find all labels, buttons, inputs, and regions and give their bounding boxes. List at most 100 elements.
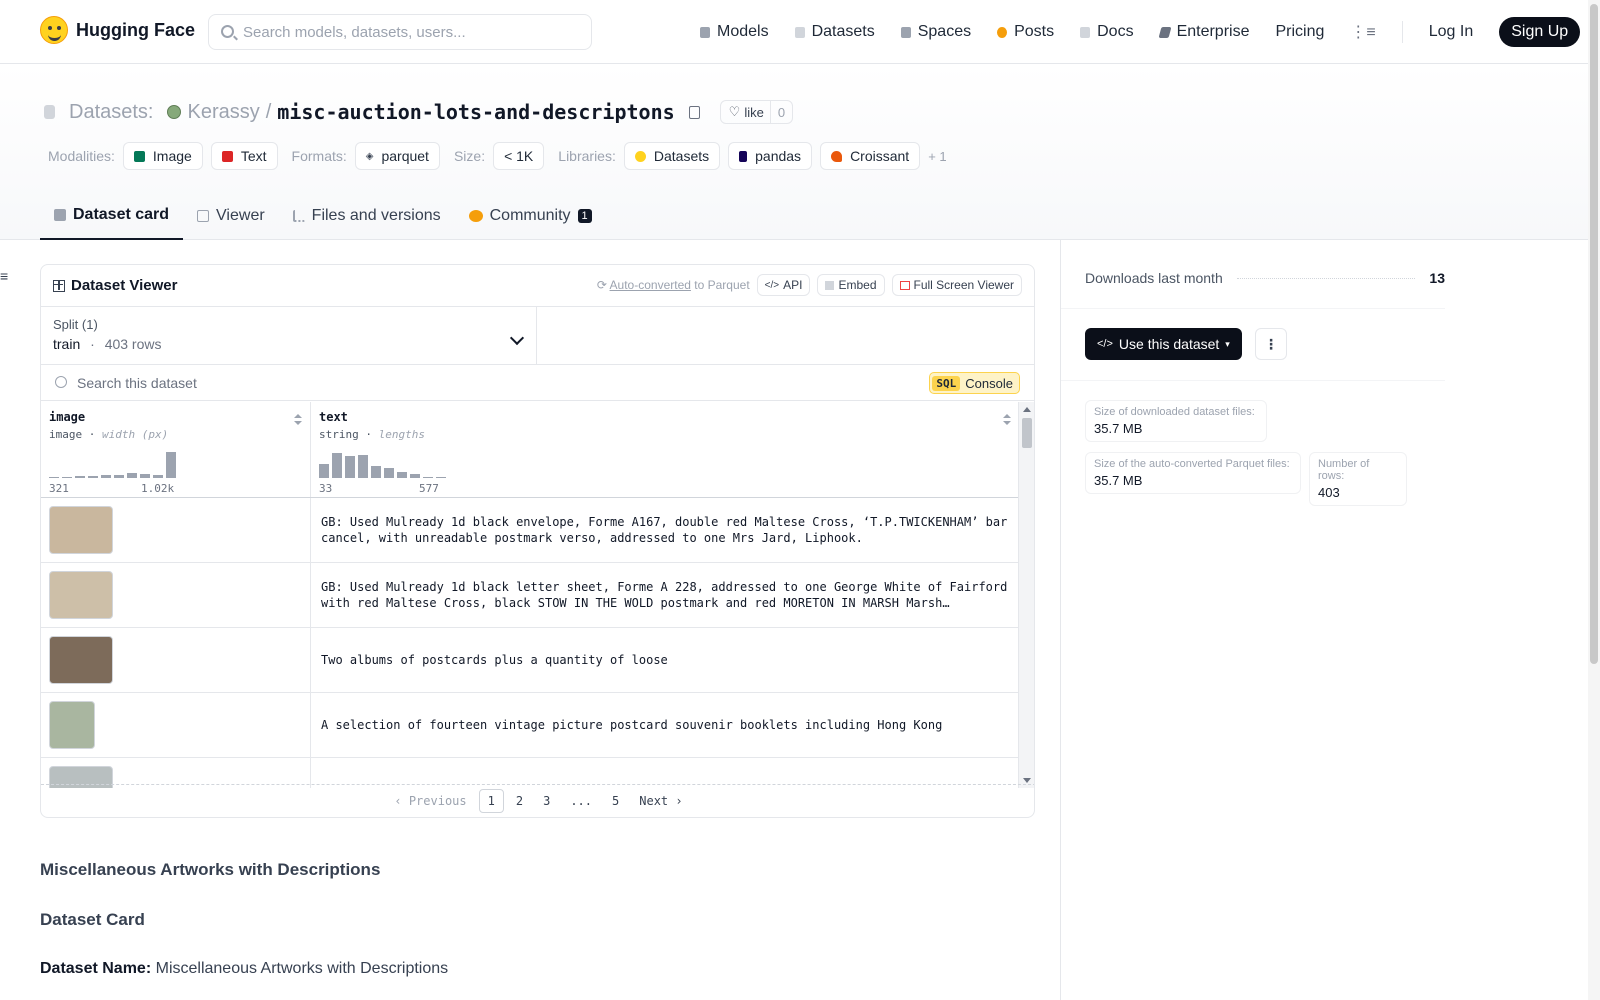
page-5-button[interactable]: 5 (604, 790, 627, 812)
text-icon (221, 150, 233, 162)
sql-console-button[interactable]: SQL Console (929, 372, 1020, 394)
histogram-bar (140, 474, 150, 478)
nav-datasets[interactable]: Datasets (794, 23, 875, 41)
global-search[interactable] (208, 14, 592, 50)
nav-spaces[interactable]: Spaces (900, 23, 971, 41)
tag-size-label: < 1K (504, 148, 534, 164)
api-button[interactable]: </> API (756, 274, 811, 296)
page-1-button[interactable]: 1 (478, 789, 504, 813)
sort-icon[interactable] (294, 414, 302, 426)
nav-posts[interactable]: Posts (997, 23, 1054, 41)
page-scrollbar[interactable] (1588, 0, 1600, 1000)
table-row[interactable]: A selection of fourteen vintage picture … (41, 693, 1019, 758)
code-icon: </> (764, 279, 780, 291)
global-search-input[interactable] (243, 23, 573, 41)
image-cell[interactable] (41, 498, 311, 562)
tag-croissant-lib[interactable]: Croissant (820, 142, 921, 170)
scroll-thumb[interactable] (1022, 418, 1032, 448)
tab-files[interactable]: Files and versions (279, 192, 455, 240)
dataset-search[interactable]: SQLConsole (41, 365, 1034, 401)
dataset-viewer: Dataset Viewer ⟳ Auto-converted to Parqu… (40, 264, 1035, 818)
auto-converted-link[interactable]: Auto-converted (610, 278, 691, 292)
table-row[interactable]: GB: Used Mulready 1d black letter sheet,… (41, 563, 1019, 628)
nav-datasets-label: Datasets (811, 23, 875, 40)
nav-pricing[interactable]: Pricing (1275, 23, 1324, 41)
use-this-dataset-button[interactable]: </> Use this dataset ▾ (1085, 328, 1242, 360)
more-options-button[interactable]: ⋮ (1255, 328, 1287, 360)
more-libraries[interactable]: + 1 (928, 149, 946, 164)
nav-enterprise[interactable]: Enterprise (1158, 23, 1249, 41)
sidebar-toggle-icon[interactable]: ≡ (0, 268, 8, 284)
repo-type-link[interactable]: Datasets: (69, 101, 153, 124)
histogram-bar (319, 464, 329, 478)
page-2-button[interactable]: 2 (508, 790, 531, 812)
tag-image[interactable]: Image (122, 142, 203, 170)
text-value: A selection of fourteen vintage picture … (321, 718, 943, 732)
text-cell[interactable]: GB: Used Mulready 1d black letter sheet,… (311, 563, 1019, 627)
tag-size[interactable]: < 1K (493, 142, 545, 170)
tab-viewer[interactable]: Viewer (183, 192, 279, 240)
table-scrollbar[interactable] (1018, 402, 1034, 788)
sql-tag: SQL (932, 375, 961, 391)
repo-tabs: Dataset card Viewer Files and versions C… (40, 192, 606, 240)
sort-icon[interactable] (1003, 414, 1011, 426)
tag-pandas-lib[interactable]: pandas (728, 142, 813, 170)
page-3-button[interactable]: 3 (535, 790, 558, 812)
next-page-button[interactable]: Next › (631, 790, 690, 812)
dataset-search-input[interactable] (77, 374, 677, 391)
tab-dataset-card[interactable]: Dataset card (40, 192, 184, 240)
files-icon (292, 210, 305, 222)
full-screen-button[interactable]: Full Screen Viewer (891, 274, 1022, 296)
like-toggle[interactable]: ♡ like (721, 104, 770, 120)
embed-button[interactable]: Embed (817, 274, 885, 296)
split-name: train (53, 336, 81, 352)
image-cell[interactable] (41, 563, 311, 627)
signup-button[interactable]: Sign Up (1499, 17, 1581, 47)
page-scroll-thumb[interactable] (1590, 4, 1598, 664)
nav-models[interactable]: Models (700, 23, 769, 41)
repo-separator: / (265, 100, 272, 123)
data-table: image image · width (px) 321 1.02k text … (41, 402, 1019, 788)
tag-parquet[interactable]: ◈ parquet (354, 142, 440, 170)
menu-icon: ⋮≡ (1350, 24, 1376, 41)
like-button[interactable]: ♡ like 0 (719, 100, 794, 124)
dataset-name-label: Dataset Name: (40, 960, 152, 977)
code-icon: </> (1097, 338, 1113, 350)
row-thumbnail[interactable] (49, 636, 113, 684)
copy-icon[interactable] (688, 105, 700, 119)
text-cell[interactable]: GB: Used Mulready 1d black envelope, For… (311, 498, 1019, 562)
column-header-image[interactable]: image image · width (px) 321 1.02k (41, 402, 311, 497)
table-row[interactable]: Two albums of postcards plus a quantity … (41, 628, 1019, 693)
hist-min-label: 33 (319, 482, 333, 495)
tab-community[interactable]: Community 1 (455, 192, 606, 240)
scroll-down-icon[interactable] (1023, 778, 1031, 783)
nav-pricing-label: Pricing (1275, 23, 1325, 40)
row-thumbnail[interactable] (49, 571, 113, 619)
repo-name[interactable]: misc-auction-lots-and-descriptons (277, 100, 674, 124)
column-header-text[interactable]: text string · lengths 33 577 (311, 402, 1019, 497)
dataset-name-value: Miscellaneous Artworks with Descriptions (155, 960, 449, 977)
tag-text[interactable]: Text (210, 142, 278, 170)
nav-more-menu[interactable]: ⋮≡ (1350, 22, 1375, 42)
nav-docs[interactable]: Docs (1080, 23, 1134, 41)
table-row[interactable]: GB: Used Mulready 1d black envelope, For… (41, 498, 1019, 563)
brand-logo[interactable]: Hugging Face (40, 16, 195, 44)
login-link[interactable]: Log In (1429, 23, 1473, 41)
split-selector[interactable]: Split (1) train · 403 rows (41, 307, 537, 364)
scroll-up-icon[interactable] (1023, 407, 1031, 412)
image-cell[interactable] (41, 693, 311, 757)
kebab-icon: ⋮ (1264, 335, 1278, 352)
column-type-name: image (49, 428, 83, 441)
chevron-down-icon: ▾ (1225, 338, 1230, 349)
tag-datasets-lib[interactable]: Datasets (623, 142, 721, 170)
downloads-sparkline (1236, 277, 1416, 279)
repo-owner-link[interactable]: Kerassy (187, 101, 259, 124)
text-cell[interactable]: A selection of fourteen vintage picture … (311, 693, 1019, 757)
text-cell[interactable]: Two albums of postcards plus a quantity … (311, 628, 1019, 692)
full-screen-label: Full Screen Viewer (913, 278, 1015, 292)
row-thumbnail[interactable] (49, 701, 95, 749)
croissant-icon (831, 150, 843, 162)
previous-page-button[interactable]: ‹ Previous (386, 790, 474, 812)
image-cell[interactable] (41, 628, 311, 692)
row-thumbnail[interactable] (49, 506, 113, 554)
